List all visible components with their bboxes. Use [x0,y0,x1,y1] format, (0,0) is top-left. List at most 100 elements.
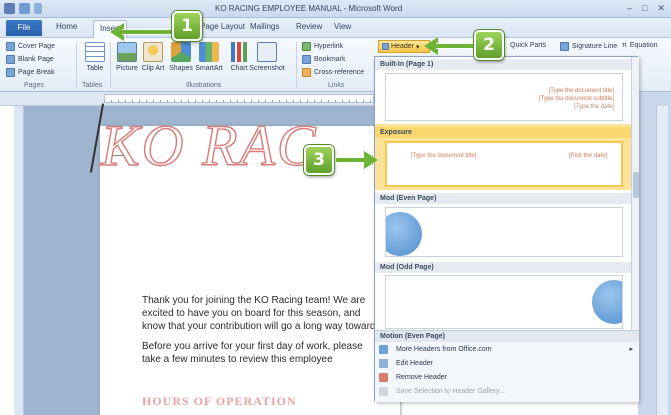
tab-view[interactable]: View [334,22,351,31]
blank-page-icon [6,55,15,64]
submenu-arrow-icon: ▸ [629,346,633,353]
callout-arrow-head [364,151,378,169]
clip-art-icon [143,42,163,62]
close-button[interactable]: ✕ [657,3,665,14]
cover-page-label: Cover Page [18,43,55,50]
gallery-scrollbar[interactable] [631,57,639,330]
smartart-icon [199,42,219,62]
group-separator [76,42,77,88]
quick-parts-button[interactable]: Quick Parts [510,42,546,49]
company-logo: KO RAC [100,112,318,178]
callout-step-2: 2 [474,30,504,60]
chart-button[interactable]: Chart [228,42,250,72]
tab-mailings[interactable]: Mailings [250,22,279,31]
illustrations-group-label: Illustrations [186,82,222,89]
group-separator [110,42,111,88]
links-group-label: Links [328,82,345,89]
callout-arrow-shaft [436,43,474,49]
tables-group-label: Tables [82,82,103,89]
signature-line-icon [560,42,569,51]
header-thumbnail-mod-odd[interactable] [385,275,623,329]
page-break-button[interactable]: Page Break [6,68,55,77]
callout-step-3: 3 [304,145,334,175]
shapes-button[interactable]: Shapes [169,42,193,72]
shapes-icon [171,42,191,62]
tab-home[interactable]: Home [56,22,77,31]
screenshot-icon [257,42,277,62]
ribbon-tabs: File Home Insert Page Layout Mailings Re… [0,18,671,38]
remove-header-icon [379,372,388,382]
cover-page-button[interactable]: Cover Page [6,42,55,51]
gallery-section-mod-odd: Mod (Odd Page) [375,262,631,273]
more-headers-item[interactable]: More Headers from Office.com ▸ [375,342,639,356]
save-selection-item: Save Selection to Header Gallery... [375,384,639,398]
tab-review[interactable]: Review [296,22,322,31]
hyperlink-icon [302,42,311,51]
tab-file[interactable]: File [6,20,42,36]
callout-arrow-shaft [122,29,172,35]
thumb-date-text: [Pick the date] [568,153,607,159]
more-headers-label: More Headers from Office.com [396,345,492,353]
save-selection-label: Save Selection to Header Gallery... [396,387,505,395]
equation-button[interactable]: π Equation [622,42,657,49]
remove-header-item[interactable]: Remove Header [375,370,639,384]
section-heading[interactable]: HOURS OF OPERATION [142,394,297,409]
callout-step-1: 1 [172,11,202,41]
header-gallery: Built-In (Page 1) [Type the document tit… [374,56,639,402]
blank-page-label: Blank Page [18,56,54,63]
undo-icon[interactable] [34,3,42,14]
header-icon [382,43,389,50]
pages-group-label: Pages [24,82,44,89]
header-thumbnail-exposure[interactable]: [Type the document title] [Pick the date… [385,141,623,187]
edit-header-item[interactable]: Edit Header [375,356,639,370]
header-button[interactable]: Header ▾ [378,40,430,53]
hyperlink-button[interactable]: Hyperlink [302,42,343,51]
office-online-icon [379,344,388,354]
screenshot-button[interactable]: Screenshot [249,42,285,72]
minimize-button[interactable]: – [627,3,632,14]
clip-art-button[interactable]: Clip Art [142,42,164,72]
bookmark-button[interactable]: Bookmark [302,55,346,64]
clip-art-label: Clip Art [141,65,165,72]
cross-reference-button[interactable]: Cross-reference [302,68,364,77]
cover-page-icon [6,42,15,51]
menu-header: Motion (Even Page) [375,331,639,342]
blank-page-button[interactable]: Blank Page [6,55,54,64]
gallery-section-builtin: Built-In (Page 1) [375,59,631,70]
gallery-scroll-thumb[interactable] [633,172,639,198]
title-bar: KO RACING EMPLOYEE MANUAL - Microsoft Wo… [0,0,671,18]
save-icon[interactable] [19,3,30,14]
header-thumbnail-builtin[interactable]: [Type the document title] [Type the docu… [385,73,623,121]
table-button[interactable]: Table [84,42,106,72]
signature-line-button[interactable]: Signature Line [560,42,617,51]
maximize-button[interactable]: □ [642,3,647,14]
screenshot-label: Screenshot [249,65,285,72]
picture-button[interactable]: Picture [116,42,138,72]
window-title: KO RACING EMPLOYEE MANUAL - Microsoft Wo… [215,4,403,13]
hyperlink-label: Hyperlink [314,43,344,50]
intro-paragraph[interactable]: Thank you for joining the KO Racing team… [142,294,377,333]
vertical-ruler[interactable] [14,106,24,415]
header-label: Header [391,43,414,50]
page-break-label: Page Break [18,69,55,76]
word-app-icon[interactable] [4,3,15,14]
smartart-button[interactable]: SmartArt [195,42,223,72]
table-icon [85,42,105,62]
horizontal-ruler[interactable] [104,94,374,103]
header-menu: Motion (Even Page) More Headers from Off… [375,330,639,402]
picture-icon [117,42,137,62]
edit-header-icon [379,358,388,368]
group-separator [296,42,297,88]
cross-reference-label: Cross-reference [314,69,365,76]
thumb-title-text: [Type the document title] [548,88,614,94]
gallery-section-exposure: Exposure [375,127,631,138]
second-paragraph[interactable]: Before you arrive for your first day of … [142,340,377,366]
tab-page-layout[interactable]: Page Layout [200,22,245,31]
vertical-scrollbar[interactable] [656,106,668,415]
smartart-label: SmartArt [195,65,223,72]
chart-label: Chart [230,65,248,72]
thumb-date-text: [Type the date] [574,104,614,110]
cross-reference-icon [302,68,311,77]
gallery-list: Built-In (Page 1) [Type the document tit… [375,57,631,330]
header-thumbnail-mod-even[interactable] [385,207,623,257]
